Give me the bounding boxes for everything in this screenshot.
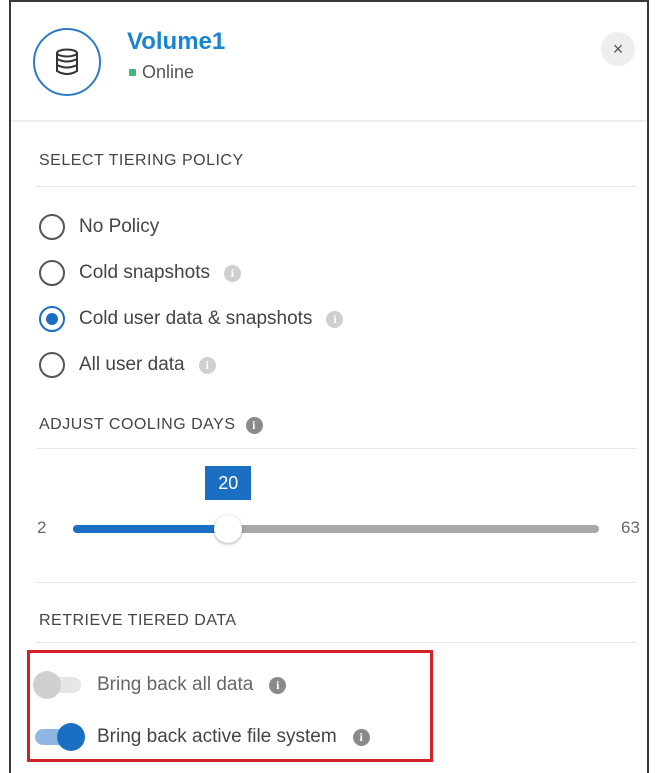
toggle-row-active-fs[interactable]: Bring back active file system i [35,723,370,751]
toggle-label: Bring back active file system [97,726,337,747]
cooling-section-title: ADJUST COOLING DAYS i [39,416,263,434]
radio-button[interactable] [39,260,65,286]
cooling-divider [37,448,637,449]
slider-track[interactable] [73,515,599,543]
radio-cold-user-data-snapshots[interactable]: Cold user data & snapshots i [39,306,344,332]
cooling-slider: 20 2 63 [11,460,647,560]
volume-avatar [33,28,101,96]
close-button[interactable]: × [601,32,635,66]
retrieve-title-text: RETRIEVE TIERED DATA [39,612,237,629]
info-icon[interactable]: i [245,416,263,434]
header-divider [11,120,647,122]
toggle-switch-off[interactable] [33,671,81,699]
radio-label: Cold snapshots [79,262,210,283]
radio-label: All user data [79,354,185,375]
toggle-switch-on[interactable] [35,723,85,751]
cooling-bottom-divider [37,582,637,583]
info-icon[interactable]: i [198,356,216,374]
cooling-title-text: ADJUST COOLING DAYS [39,416,236,433]
status-text: Online [142,62,195,82]
retrieve-section-title: RETRIEVE TIERED DATA [39,612,237,630]
close-icon: × [612,38,624,59]
volume-title: Volume1 [127,28,226,55]
slider-value-tooltip: 20 [205,466,252,500]
info-icon[interactable]: i [223,264,241,282]
slider-fill [73,525,229,533]
radio-cold-snapshots[interactable]: Cold snapshots i [39,260,241,286]
radio-button[interactable] [39,352,65,378]
toggle-row-all-data[interactable]: Bring back all data i [33,671,287,699]
retrieve-divider [37,642,637,643]
slider-thumb[interactable] [214,515,243,543]
volume-status: Online [129,62,194,83]
radio-label: Cold user data & snapshots [79,308,313,329]
radio-all-user-data[interactable]: All user data i [39,352,216,378]
slider-max-label: 63 [621,518,640,537]
slider-min-label: 2 [37,518,47,537]
panel-header: Volume1 Online × [11,2,647,120]
tiering-title-text: SELECT TIERING POLICY [39,152,244,169]
status-dot-icon [129,69,136,76]
info-icon[interactable]: i [269,676,287,694]
volume-panel: Volume1 Online × SELECT TIERING POLICY N… [9,0,649,773]
radio-button-selected[interactable] [39,306,65,332]
tiering-section-title: SELECT TIERING POLICY [39,152,244,170]
radio-label: No Policy [79,216,160,237]
radio-no-policy[interactable]: No Policy [39,214,159,240]
tiering-divider [37,186,637,187]
radio-button[interactable] [39,214,65,240]
toggle-label: Bring back all data [97,674,254,695]
database-icon [56,48,78,75]
info-icon[interactable]: i [326,310,344,328]
info-icon[interactable]: i [352,728,370,746]
